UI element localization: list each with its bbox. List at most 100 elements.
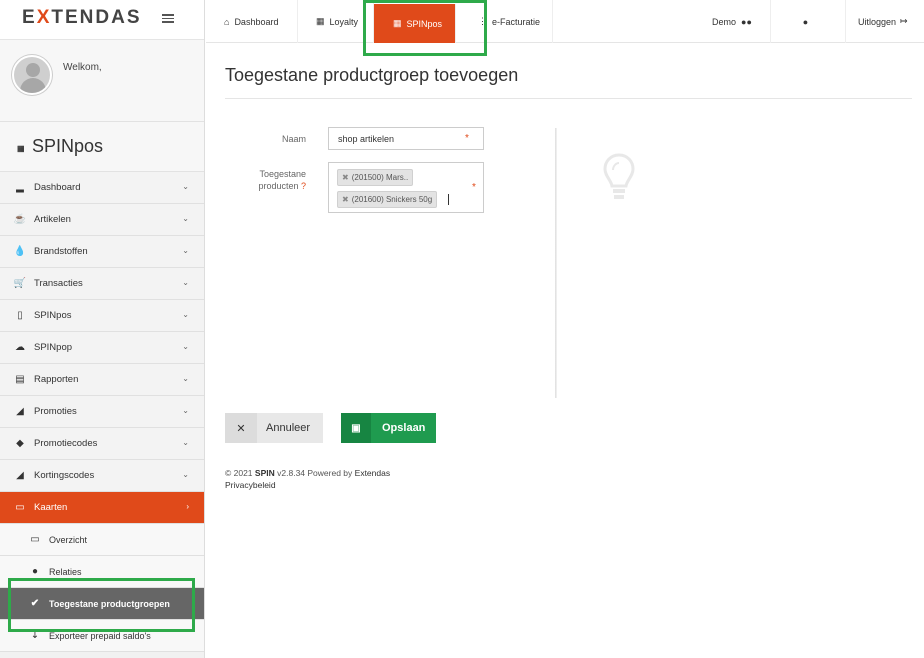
company-link[interactable]: Extendas <box>355 468 390 478</box>
remove-tag-icon[interactable]: ✖ <box>342 173 349 182</box>
avatar <box>12 55 52 95</box>
topbar: ⌂ Dashboard ▦ Loyalty ▦ SPINpos ⋮ e-Fact… <box>206 0 924 43</box>
help-icon[interactable]: ? <box>301 181 306 191</box>
cloud-download-icon: ☁ <box>15 342 25 353</box>
sidebar-item-brandstoffen[interactable]: 💧 Brandstoffen ⌄ <box>0 236 204 268</box>
grid-icon: ▦ <box>17 144 25 153</box>
page-title: Toegestane productgroep toevoegen <box>225 65 519 85</box>
users-icon: ● <box>31 566 39 577</box>
sidebar-subitem-label: Overzicht <box>49 534 88 545</box>
product-tag[interactable]: ✖ (201600) Snickers 50g <box>337 191 438 208</box>
chevron-down-icon: ⌄ <box>182 182 189 191</box>
remove-tag-icon[interactable]: ✖ <box>342 195 349 204</box>
tab-spinpos[interactable]: ▦ SPINpos <box>374 4 456 43</box>
chevron-down-icon: ⌄ <box>182 246 189 255</box>
users-icon: ●● <box>741 16 752 27</box>
drop-icon: 💧 <box>13 246 27 257</box>
tab-label: e-Facturatie <box>492 16 541 27</box>
sidebar-item-label: Rapporten <box>34 374 79 385</box>
tab-e-facturatie[interactable]: ⋮ e-Facturatie <box>472 0 553 43</box>
cup-icon: ☕ <box>13 214 27 225</box>
sidebar-item-label: Artikelen <box>34 214 71 225</box>
menu-toggle-icon[interactable] <box>162 12 174 24</box>
sidebar-item-kaarten[interactable]: ▭ Kaarten › <box>0 492 204 524</box>
cart-icon: 🛒 <box>13 278 27 289</box>
chevron-down-icon: ⌄ <box>182 214 189 223</box>
chevron-down-icon: ⌄ <box>182 310 189 319</box>
products-label-line1: Toegestane <box>259 169 306 179</box>
welcome-text: Welkom, <box>63 62 102 73</box>
sidebar-item-label: SPINpos <box>34 310 72 321</box>
demo-account[interactable]: Demo ●● <box>690 0 771 43</box>
sidebar-item-promotiecodes[interactable]: ◆ Promotiecodes ⌄ <box>0 428 204 460</box>
sidebar-subitem-label: Toegestane productgroepen <box>49 598 170 609</box>
product-name: SPIN <box>254 468 275 478</box>
products-label-line2: producten <box>258 181 299 191</box>
sidebar-item-spinpop[interactable]: ☁ SPINpop ⌄ <box>0 332 204 364</box>
download-icon: ↧ <box>30 630 40 641</box>
chevron-down-icon: ⌄ <box>182 470 189 479</box>
sidebar-item-label: Transacties <box>34 278 83 289</box>
sidebar-item-kortingscodes[interactable]: ◢ Kortingscodes ⌄ <box>0 460 204 492</box>
sidebar-subitem-relaties[interactable]: ● Relaties <box>0 556 204 588</box>
sidebar-item-label: SPINpop <box>34 342 73 353</box>
sidebar-item-label: Kaarten <box>34 502 68 513</box>
inbox-icon: ▤ <box>15 374 25 385</box>
footer: © 2021 SPIN v2.8.34 Powered by Extendas … <box>225 467 390 491</box>
divider <box>225 98 912 99</box>
grid-icon: ⋮ <box>478 16 487 26</box>
chevron-down-icon: ⌄ <box>182 374 189 383</box>
sidebar-item-label: Dashboard <box>34 182 81 193</box>
home-icon: ⌂ <box>224 16 230 27</box>
user-icon: ● <box>802 16 809 27</box>
app-header: ▦ SPINpos <box>0 122 204 172</box>
chevron-down-icon: ⌄ <box>182 438 189 447</box>
credit-card-icon: ▭ <box>15 502 25 513</box>
logout-icon: ↦ <box>900 16 908 26</box>
tab-loyalty[interactable]: ▦ Loyalty <box>298 0 374 43</box>
chevron-down-icon: ⌄ <box>182 278 189 287</box>
floppy-disk-icon: ▣ <box>341 413 371 443</box>
sidebar-item-rapporten[interactable]: ▤ Rapporten ⌄ <box>0 364 204 396</box>
products-label: Toegestane producten ? <box>240 168 306 192</box>
sidebar-item-spinpos[interactable]: ▯ SPINpos ⌄ <box>0 300 204 332</box>
extendas-logo[interactable]: EXTENDAS <box>22 7 142 29</box>
bullhorn-icon: ◢ <box>16 470 24 481</box>
sidebar: EXTENDAS Welkom, ▦ SPINpos ▂ Dashboard ⌄… <box>0 0 205 658</box>
user-profile-button[interactable]: ● <box>771 0 846 43</box>
products-multiselect[interactable]: ✖ (201500) Mars.. ✖ (201600) Snickers 50… <box>328 162 484 213</box>
sidebar-item-label: Brandstoffen <box>34 246 88 257</box>
sidebar-item-promoties[interactable]: ◢ Promoties ⌄ <box>0 396 204 428</box>
sidebar-item-transacties[interactable]: 🛒 Transacties ⌄ <box>0 268 204 300</box>
tab-dashboard[interactable]: ⌂ Dashboard <box>206 0 298 43</box>
grid-icon: ▦ <box>393 18 402 28</box>
logout-label: Uitloggen <box>858 16 897 27</box>
sidebar-subitem-overzicht[interactable]: ▭ Overzicht <box>0 524 204 556</box>
user-panel: Welkom, <box>0 40 204 122</box>
cancel-button[interactable]: ✕ Annuleer <box>225 413 323 443</box>
vertical-divider <box>555 128 557 398</box>
bar-chart-icon: ▂ <box>16 182 24 193</box>
mobile-icon: ▯ <box>17 310 23 321</box>
sidebar-item-dashboard[interactable]: ▂ Dashboard ⌄ <box>0 172 204 204</box>
name-input[interactable]: shop artikelen <box>328 127 484 150</box>
card-icon: ▭ <box>30 534 40 545</box>
chevron-down-icon: ⌄ <box>182 342 189 351</box>
version-text: v2.8.34 Powered by <box>277 468 353 478</box>
save-button[interactable]: ▣ Opslaan <box>341 413 436 443</box>
name-input-value: shop artikelen <box>338 134 395 144</box>
logout-button[interactable]: Uitloggen ↦ <box>846 0 924 43</box>
privacy-link[interactable]: Privacybeleid <box>225 479 390 491</box>
app-title: SPINpos <box>32 136 104 156</box>
sidebar-subitem-exporteer-prepaid[interactable]: ↧ Exporteer prepaid saldo's <box>0 620 204 652</box>
sidebar-item-artikelen[interactable]: ☕ Artikelen ⌄ <box>0 204 204 236</box>
cancel-label: Annuleer <box>266 422 311 434</box>
sidebar-subitem-toegestane-productgroepen[interactable]: ✔ Toegestane productgroepen <box>0 588 204 620</box>
close-icon: ✕ <box>225 413 257 443</box>
bullhorn-icon: ◢ <box>16 406 24 417</box>
copyright-text: © 2021 <box>225 468 253 478</box>
sidebar-item-label: Promoties <box>34 406 77 417</box>
chevron-down-icon: ⌄ <box>182 406 189 415</box>
product-tag[interactable]: ✖ (201500) Mars.. <box>337 169 414 186</box>
tab-label: SPINpos <box>406 18 443 29</box>
